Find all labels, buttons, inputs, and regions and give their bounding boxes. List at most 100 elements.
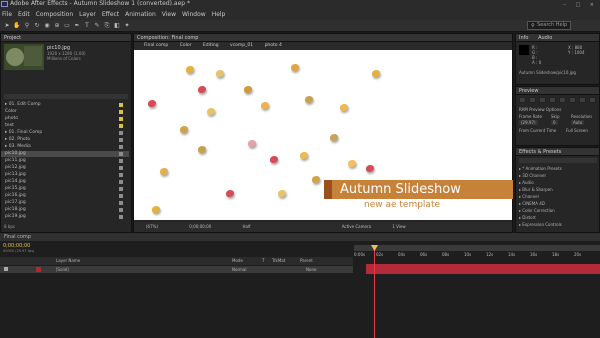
effects-category[interactable]: ▸ Distort [519,214,599,221]
pan-behind-tool-icon[interactable]: ⊕ [53,22,61,30]
project-tree-item[interactable]: pic12.jpg [1,165,129,171]
loop-icon[interactable] [579,97,586,103]
play-icon[interactable] [539,97,546,103]
tab-color[interactable]: Color [180,43,192,48]
project-tree-item[interactable]: Color [1,109,129,115]
label-color-icon[interactable] [119,201,123,205]
current-time-display[interactable]: 0;00;00;00 [189,224,211,229]
label-color-icon[interactable] [119,131,123,135]
project-tree-item[interactable]: ▸ 01. Final Comp [1,130,129,136]
last-frame-icon[interactable] [559,97,566,103]
zoom-tool-icon[interactable]: ⚲ [23,22,31,30]
label-color-icon[interactable] [119,152,123,156]
effects-category[interactable]: ▸ Audio [519,179,599,186]
hand-tool-icon[interactable]: ✋ [13,22,21,30]
selection-tool-icon[interactable]: ➤ [3,22,11,30]
label-color-icon[interactable] [119,194,123,198]
label-color-icon[interactable] [119,103,123,107]
project-tree-item[interactable]: pic13.jpg [1,172,129,178]
rotate-tool-icon[interactable]: ↻ [33,22,41,30]
project-bpc[interactable]: 8 bpc [4,224,15,229]
effects-search-input[interactable] [519,158,597,163]
project-panel-header[interactable]: Project [1,34,131,42]
puppet-tool-icon[interactable]: ✦ [123,22,131,30]
project-tree-item[interactable]: ▸ 02. Photo [1,137,129,143]
next-frame-icon[interactable] [549,97,556,103]
label-color-icon[interactable] [119,180,123,184]
effects-category[interactable]: ▸ 3D Channel [519,172,599,179]
project-tree-item[interactable]: pic17.jpg [1,200,129,206]
current-time-indicator[interactable] [374,245,375,338]
project-tree-item[interactable]: pic19.jpg [1,214,129,220]
text-tool-icon[interactable]: T [83,22,91,30]
tab-final-comp[interactable]: Final comp [144,43,168,48]
effects-category[interactable]: ▸ Blur & Sharpen [519,186,599,193]
first-frame-icon[interactable] [519,97,526,103]
skip-input[interactable]: 0 [551,120,558,125]
mask-tool-icon[interactable]: ▭ [63,22,71,30]
label-color-icon[interactable] [119,110,123,114]
menu-effect[interactable]: Effect [102,11,119,18]
frame-rate-dropdown[interactable]: (29.97) [519,120,538,125]
project-tree-item[interactable]: pic14.jpg [1,179,129,185]
effects-category[interactable]: ▸ Color Correction [519,207,599,214]
tab-photo4[interactable]: photo 4 [265,43,282,48]
layer-row[interactable]: [Solid] Normal None [0,266,353,273]
visibility-icon[interactable] [4,267,8,271]
audio-icon[interactable] [569,97,576,103]
prev-frame-icon[interactable] [529,97,536,103]
label-color-icon[interactable] [119,159,123,163]
label-color-icon[interactable] [119,187,123,191]
project-tree-item[interactable]: pic15.jpg [1,186,129,192]
label-color-icon[interactable] [119,208,123,212]
effects-category[interactable]: ▸ Channel [519,193,599,200]
project-tree-item[interactable]: pic10.jpg [1,151,129,157]
layer-mode-dropdown[interactable]: Normal [232,266,246,273]
project-tree-item[interactable]: pic11.jpg [1,158,129,164]
timeline-tab[interactable]: Final comp [0,233,600,241]
label-color-icon[interactable] [119,138,123,142]
label-color-icon[interactable] [119,215,123,219]
project-search-input[interactable] [4,94,128,99]
tab-vcomp[interactable]: vcomp_01 [230,43,253,48]
menu-help[interactable]: Help [212,11,226,18]
effects-panel-header[interactable]: Effects & Presets [516,148,599,156]
effects-category[interactable]: ▸ * Animation Presets [519,165,599,172]
tab-audio[interactable]: Audio [538,35,552,41]
menu-animation[interactable]: Animation [125,11,156,18]
label-color-icon[interactable] [119,117,123,121]
camera-dropdown[interactable]: Active Camera [342,224,371,229]
menu-file[interactable]: File [2,11,12,18]
project-tree-item[interactable]: text [1,123,129,129]
clone-tool-icon[interactable]: ⎘ [103,22,111,30]
project-tree-item[interactable]: pic18.jpg [1,207,129,213]
label-color-icon[interactable] [119,173,123,177]
project-tree-item[interactable]: ▸ 03. Media [1,144,129,150]
layer-duration-bar[interactable] [366,264,600,274]
effects-category[interactable]: ▸ Expression Controls [519,221,599,228]
ram-preview-options[interactable]: RAM Preview Options [519,107,561,112]
full-screen-checkbox[interactable]: Full Screen [566,128,588,133]
resolution-dropdown[interactable]: Auto [571,120,585,125]
preview-panel-header[interactable]: Preview [516,87,599,95]
views-dropdown[interactable]: 1 View [392,224,405,229]
resolution-dropdown[interactable]: Half [242,224,250,229]
menu-window[interactable]: Window [182,11,206,18]
menu-composition[interactable]: Composition [36,11,73,18]
eraser-tool-icon[interactable]: ◧ [113,22,121,30]
label-color-icon[interactable] [119,166,123,170]
layer-parent-dropdown[interactable]: None [306,266,316,273]
project-tree-item[interactable]: photo [1,116,129,122]
effects-category[interactable]: ▸ CINEMA 4D [519,200,599,207]
menu-edit[interactable]: Edit [18,11,30,18]
menu-view[interactable]: View [162,11,176,18]
timeline-ruler[interactable]: 0:00s 02s 04s 06s 08s 10s 12s 14s 16s 18s 20s [354,251,600,259]
tab-info[interactable]: Info [519,35,528,41]
pen-tool-icon[interactable]: ✒ [73,22,81,30]
menu-layer[interactable]: Layer [79,11,96,18]
layer-name[interactable]: [Solid] [56,266,69,273]
project-tree-item[interactable]: ▸ 01. Edit Comp [1,102,129,108]
ram-preview-icon[interactable] [589,97,596,103]
from-current-checkbox[interactable]: From Current Time [519,128,556,133]
project-tree-item[interactable]: pic16.jpg [1,193,129,199]
